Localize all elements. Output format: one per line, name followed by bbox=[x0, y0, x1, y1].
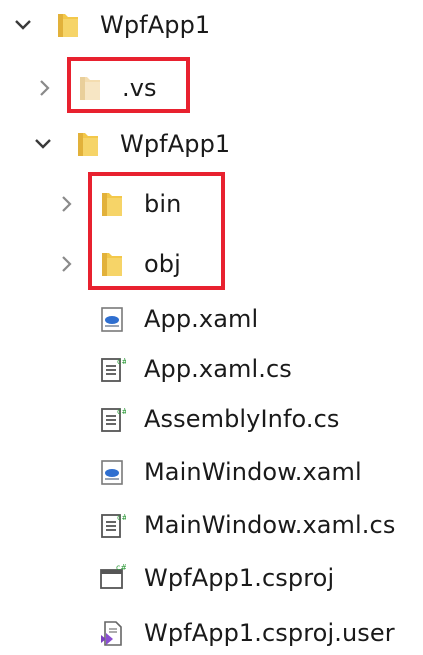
chevron-right-icon[interactable] bbox=[56, 193, 78, 215]
tree-item-app-xaml[interactable]: App.xaml bbox=[78, 297, 258, 341]
chevron-down-icon[interactable] bbox=[12, 14, 34, 36]
folder-icon bbox=[54, 11, 82, 39]
tree-item-wpfapp1-csproj[interactable]: c# WpfApp1.csproj bbox=[78, 556, 334, 600]
tree-item-label: App.xaml.cs bbox=[144, 355, 292, 383]
tree-item-label: WpfApp1 bbox=[100, 11, 211, 39]
csproj-file-icon: c# bbox=[98, 564, 126, 592]
tree-item-label: MainWindow.xaml bbox=[144, 458, 362, 486]
vs-user-file-icon bbox=[98, 619, 126, 647]
highlight-box-bin-obj bbox=[88, 172, 225, 290]
chevron-right-icon[interactable] bbox=[34, 77, 56, 99]
svg-text:c#: c# bbox=[117, 407, 126, 416]
tree-item-label: WpfApp1 bbox=[120, 130, 231, 158]
tree-item-mainwindow-xaml-cs[interactable]: c# MainWindow.xaml.cs bbox=[78, 503, 395, 547]
highlight-box-vs bbox=[67, 57, 190, 113]
tree-item-assemblyinfo-cs[interactable]: c# AssemblyInfo.cs bbox=[78, 397, 340, 441]
folder-icon bbox=[74, 130, 102, 158]
csharp-file-icon: c# bbox=[98, 355, 126, 383]
tree-item-wpfapp1-csproj-user[interactable]: WpfApp1.csproj.user bbox=[78, 611, 395, 655]
svg-text:c#: c# bbox=[117, 357, 126, 366]
tree-item-label: MainWindow.xaml.cs bbox=[144, 511, 396, 539]
svg-text:c#: c# bbox=[116, 564, 126, 572]
csharp-file-icon: c# bbox=[98, 405, 126, 433]
tree-item-app-xaml-cs[interactable]: c# App.xaml.cs bbox=[78, 347, 292, 391]
tree-item-label: WpfApp1.csproj.user bbox=[144, 619, 395, 647]
xaml-file-icon bbox=[98, 458, 126, 486]
tree-item-wpfapp1-project[interactable]: WpfApp1 bbox=[32, 122, 230, 166]
tree-item-label: WpfApp1.csproj bbox=[144, 564, 335, 592]
chevron-down-icon[interactable] bbox=[32, 133, 54, 155]
csharp-file-icon: c# bbox=[98, 511, 126, 539]
tree-item-mainwindow-xaml[interactable]: MainWindow.xaml bbox=[78, 450, 362, 494]
tree-item-wpfapp1-root[interactable]: WpfApp1 bbox=[12, 3, 210, 47]
svg-text:c#: c# bbox=[117, 513, 126, 522]
tree-item-label: App.xaml bbox=[144, 305, 259, 333]
tree-item-label: AssemblyInfo.cs bbox=[144, 405, 340, 433]
xaml-file-icon bbox=[98, 305, 126, 333]
file-explorer-tree: WpfApp1 .vs WpfApp1 bin obj App.xaml c A… bbox=[0, 0, 423, 652]
chevron-right-icon[interactable] bbox=[56, 253, 78, 275]
